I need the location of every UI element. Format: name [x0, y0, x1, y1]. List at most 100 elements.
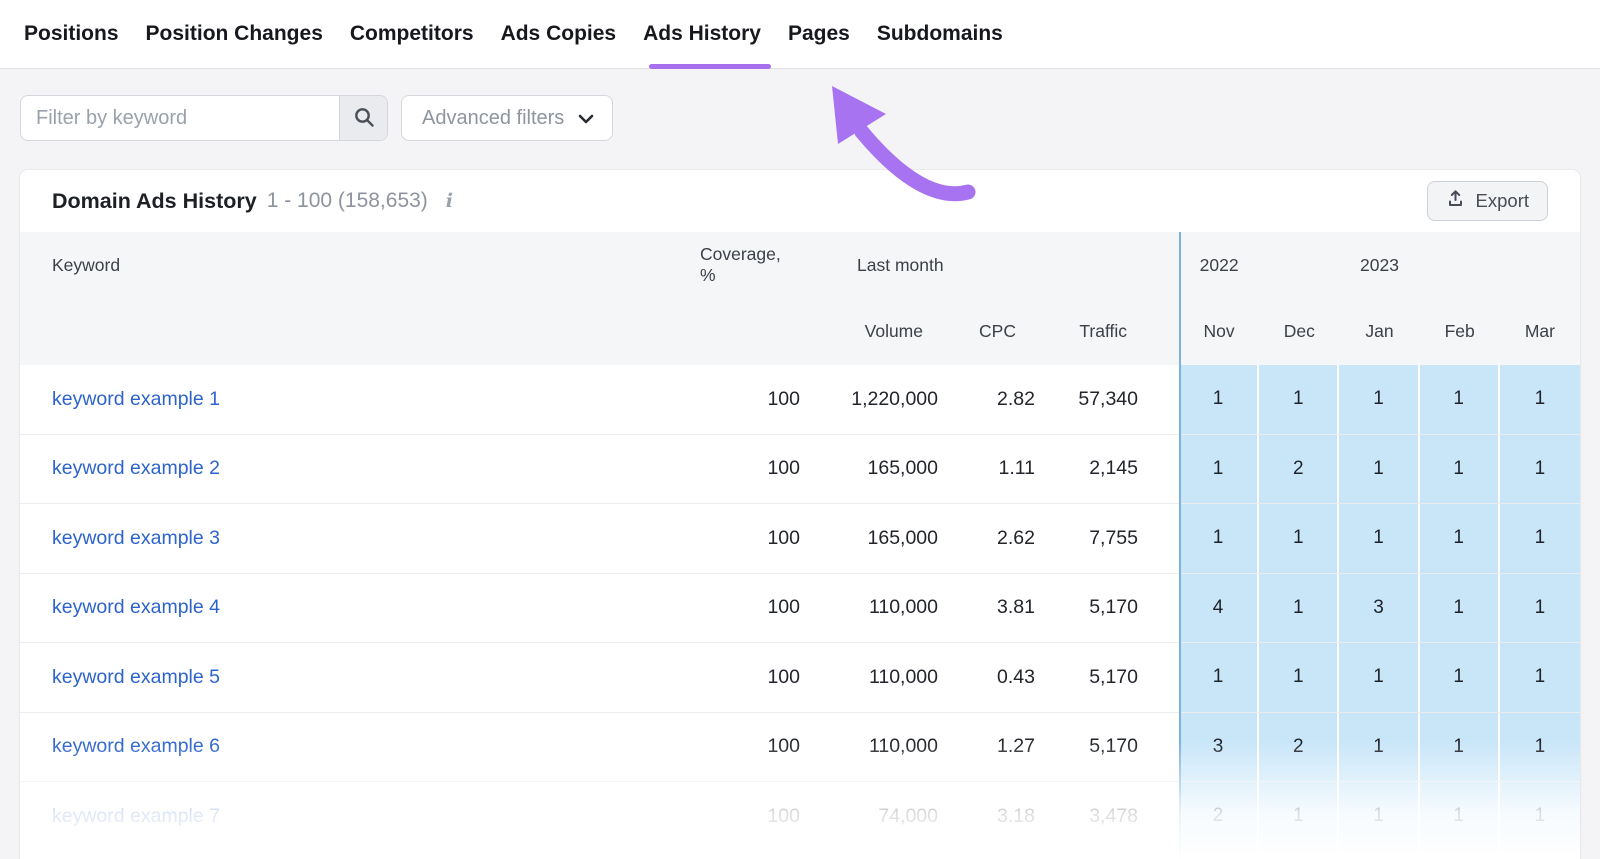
column-header-coverage: Coverage, % — [700, 244, 781, 285]
month-position-cell: 1 — [1419, 712, 1500, 781]
column-header-month-dec: Dec — [1283, 321, 1315, 341]
month-position-cell: 1 — [1499, 643, 1580, 712]
info-icon[interactable]: i — [446, 190, 453, 212]
keyword-link[interactable]: keyword example 3 — [52, 527, 220, 550]
cpc-cell: 0.43 — [997, 665, 1035, 688]
cpc-cell: 1.27 — [997, 735, 1035, 758]
keyword-link[interactable]: keyword example 7 — [52, 805, 220, 828]
month-position-cell: 1 — [1499, 365, 1580, 434]
keyword-link[interactable]: keyword example 1 — [52, 388, 220, 411]
column-group-last-month: Last month — [857, 254, 944, 275]
cpc-cell: 1.11 — [998, 457, 1035, 480]
tab-positions[interactable]: Positions — [24, 0, 119, 68]
coverage-cell: 100 — [767, 457, 800, 480]
tab-pages[interactable]: Pages — [788, 0, 850, 68]
tab-ads-copies[interactable]: Ads Copies — [501, 0, 617, 68]
month-position-cell: 1 — [1339, 504, 1420, 573]
traffic-cell: 3,478 — [1089, 804, 1138, 827]
month-position-cell: 4 — [1179, 573, 1260, 642]
month-position-cell: 3 — [1179, 712, 1260, 781]
month-position-cell: 1 — [1339, 643, 1420, 712]
month-position-cell: 2 — [1259, 712, 1340, 781]
year-group-2022: 2022 — [1199, 254, 1239, 275]
month-position-cell: 1 — [1499, 712, 1580, 781]
chevron-down-icon — [578, 107, 594, 130]
tab-ads-history[interactable]: Ads History — [643, 0, 771, 69]
month-position-cell: 1 — [1259, 365, 1340, 434]
month-position-cell: 1 — [1259, 643, 1340, 712]
traffic-cell: 2,145 — [1089, 457, 1138, 480]
month-position-cell: 1 — [1419, 504, 1500, 573]
table-row: keyword example 7 100 74,000 3.18 3,478 2 1 1 1 1 — [20, 782, 1580, 852]
volume-cell: 110,000 — [868, 596, 938, 619]
tab-competitors[interactable]: Competitors — [350, 0, 474, 68]
volume-cell: 110,000 — [868, 665, 938, 688]
column-header-month-feb: Feb — [1444, 321, 1475, 341]
traffic-cell: 57,340 — [1078, 387, 1138, 410]
panel-header: Domain Ads History 1 - 100 (158,653) i E… — [20, 170, 1580, 232]
coverage-cell: 100 — [767, 665, 800, 688]
table-row: keyword example 3 100 165,000 2.62 7,755 1 1 1 1… — [20, 504, 1580, 574]
coverage-cell: 100 — [767, 735, 800, 758]
keyword-filter-input[interactable] — [21, 96, 339, 140]
month-position-cell: 1 — [1259, 782, 1340, 851]
column-header-month-jan: Jan — [1365, 321, 1394, 341]
keyword-link[interactable]: keyword example 5 — [52, 666, 220, 689]
coverage-cell: 100 — [767, 804, 800, 827]
table-header: Keyword Coverage, % Last month 2022 2023… — [20, 232, 1580, 365]
column-header-month-nov: Nov — [1203, 321, 1235, 341]
traffic-cell: 7,755 — [1089, 526, 1138, 549]
keyword-link[interactable]: keyword example 6 — [52, 735, 220, 758]
column-header-keyword: Keyword — [52, 254, 121, 275]
export-label: Export — [1475, 190, 1529, 211]
coverage-cell: 100 — [767, 596, 800, 619]
cpc-cell: 3.18 — [997, 804, 1035, 827]
domain-ads-history-panel: Domain Ads History 1 - 100 (158,653) i E… — [20, 170, 1580, 859]
month-position-cell: 1 — [1419, 365, 1500, 434]
table-row: keyword example 5 100 110,000 0.43 5,170 1 1 1 1… — [20, 643, 1580, 713]
month-position-cell: 1 — [1499, 573, 1580, 642]
month-position-cell: 1 — [1499, 434, 1580, 503]
search-button[interactable] — [339, 96, 387, 140]
column-header-month-mar: Mar — [1524, 321, 1555, 341]
traffic-cell: 5,170 — [1089, 665, 1138, 688]
upload-icon — [1446, 189, 1465, 213]
keyword-filter-group — [20, 95, 388, 141]
month-position-cell: 1 — [1179, 365, 1260, 434]
table-row: keyword example 6 100 110,000 1.27 5,170 3 2 1 1… — [20, 712, 1580, 782]
month-position-cell: 1 — [1419, 782, 1500, 851]
ads-report-tabs: Positions Position Changes Competitors A… — [0, 0, 1600, 69]
month-position-cell: 1 — [1179, 434, 1260, 503]
table-row: keyword example 4 100 110,000 3.81 5,170 4 1 3 1… — [20, 573, 1580, 643]
volume-cell: 74,000 — [878, 804, 938, 827]
volume-cell: 1,220,000 — [851, 387, 938, 410]
export-button[interactable]: Export — [1426, 181, 1548, 221]
coverage-cell: 100 — [767, 387, 800, 410]
month-position-cell: 1 — [1259, 504, 1340, 573]
month-position-cell: 1 — [1179, 643, 1260, 712]
table-row: keyword example 1 100 1,220,000 2.82 57,340 1… — [20, 365, 1580, 435]
keyword-link[interactable]: keyword example 4 — [52, 596, 220, 619]
advanced-filters-label: Advanced filters — [422, 106, 565, 129]
month-position-cell: 3 — [1339, 573, 1420, 642]
month-position-cell: 1 — [1339, 712, 1420, 781]
month-position-cell: 1 — [1499, 782, 1580, 851]
keyword-link[interactable]: keyword example 2 — [52, 457, 220, 480]
year-group-2023: 2023 — [1360, 254, 1399, 275]
filter-bar: Advanced filters — [20, 95, 614, 141]
volume-cell: 165,000 — [867, 526, 939, 549]
magnifier-icon — [353, 106, 375, 131]
tab-subdomains[interactable]: Subdomains — [877, 0, 1003, 68]
traffic-cell: 5,170 — [1089, 596, 1138, 619]
column-header-volume: Volume — [864, 321, 923, 341]
advanced-filters-button[interactable]: Advanced filters — [401, 95, 614, 141]
column-header-cpc: CPC — [979, 321, 1016, 341]
cpc-cell: 3.81 — [997, 596, 1035, 619]
column-header-traffic: Traffic — [1079, 321, 1127, 341]
month-position-cell: 2 — [1259, 434, 1340, 503]
month-position-cell: 1 — [1339, 782, 1420, 851]
traffic-cell: 5,170 — [1089, 735, 1138, 758]
tab-position-changes[interactable]: Position Changes — [146, 0, 323, 68]
month-position-cell: 1 — [1179, 504, 1260, 573]
month-position-cell: 1 — [1499, 504, 1580, 573]
